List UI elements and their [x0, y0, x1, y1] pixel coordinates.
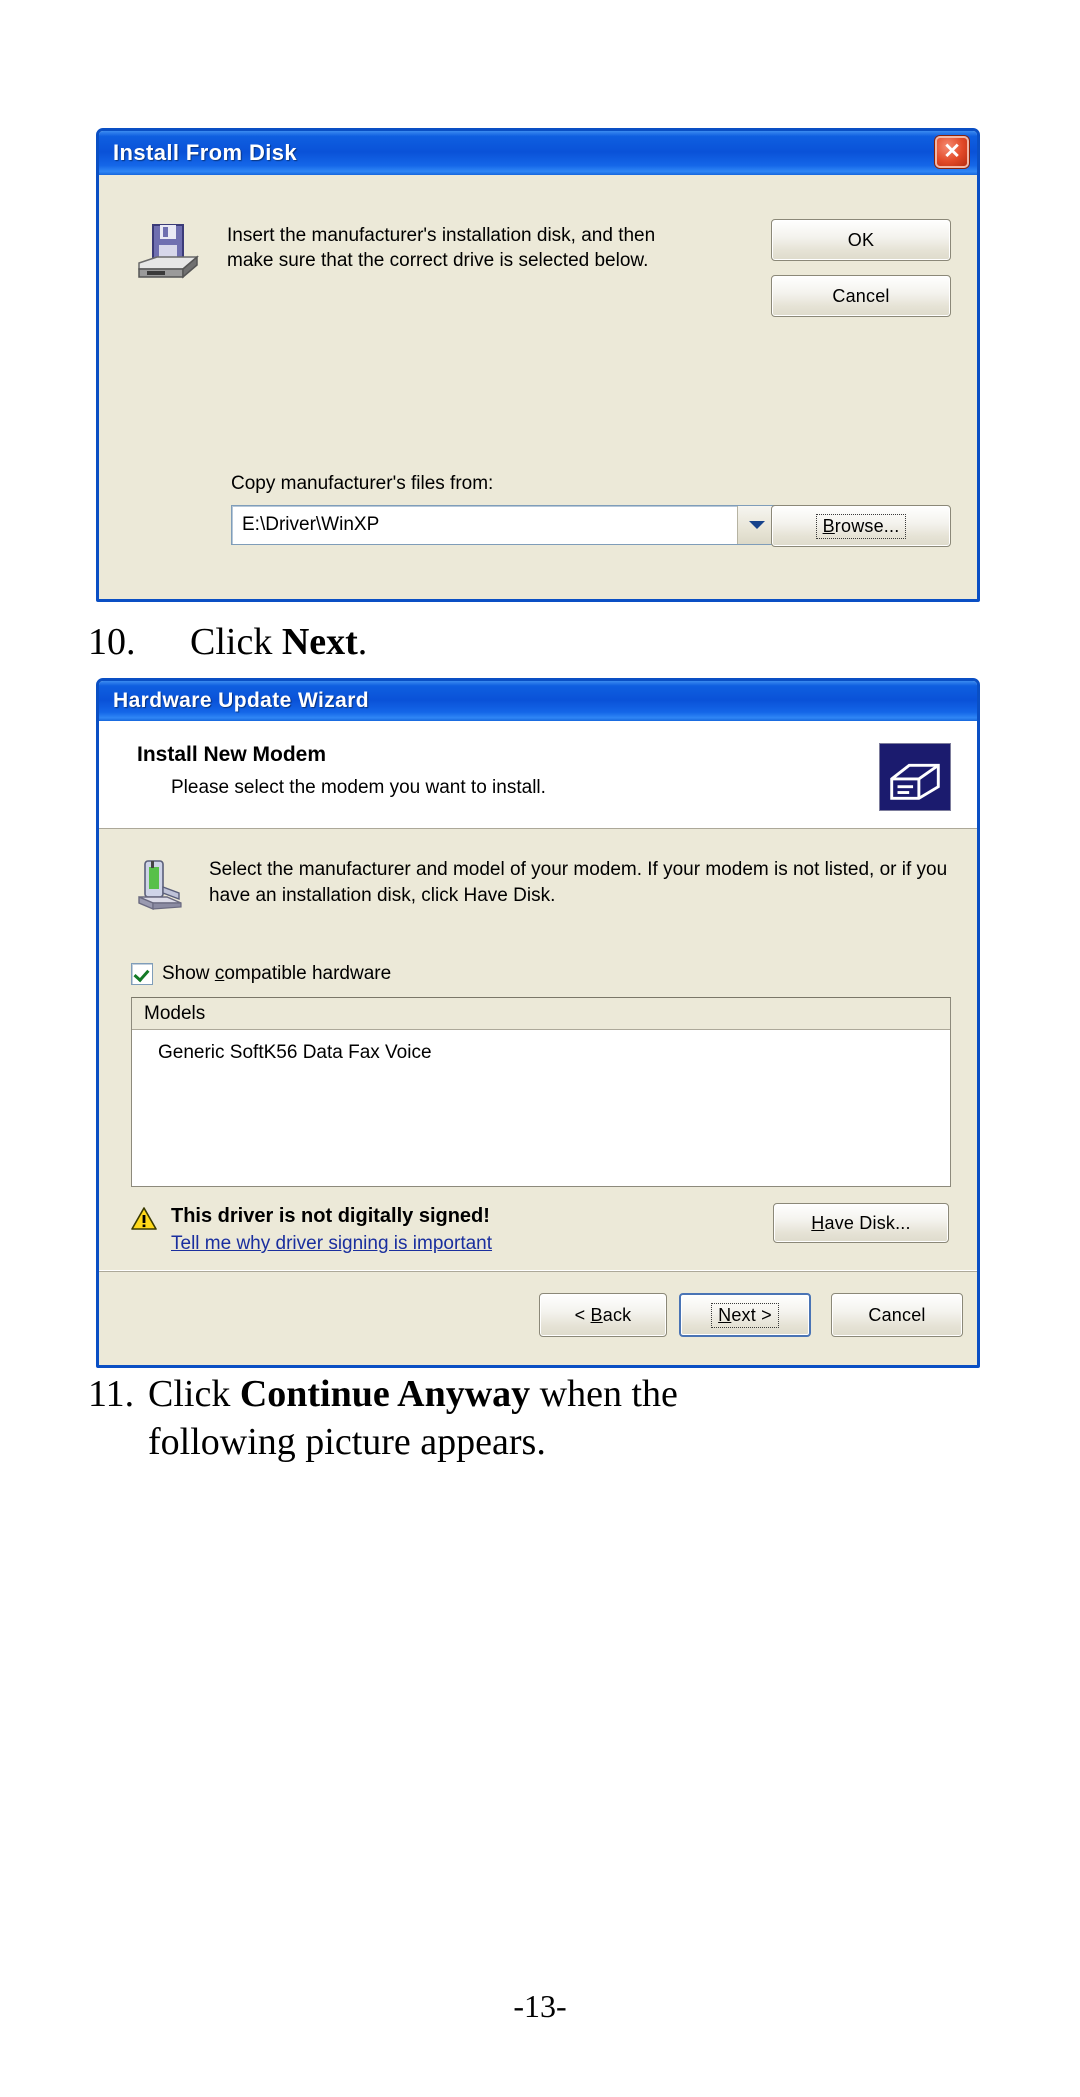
wizard-description-line-1: Select the manufacturer and model of you…: [209, 859, 948, 880]
hardware-box-icon: [879, 743, 951, 811]
floppy-disk-icon: [138, 224, 200, 279]
checkbox-checked-icon[interactable]: [131, 963, 153, 985]
install-from-disk-titlebar: Install From Disk ✕: [99, 131, 977, 175]
models-column-header: Models: [132, 998, 950, 1030]
modem-icon: [138, 860, 182, 911]
close-icon[interactable]: ✕: [935, 136, 969, 168]
cancel-button[interactable]: Cancel: [771, 275, 951, 317]
message-line-2: make sure that the correct drive is sele…: [227, 250, 649, 271]
wizard-cancel-button-label: Cancel: [868, 1304, 926, 1325]
copy-files-from-combobox[interactable]: E:\Driver\WinXP: [231, 505, 776, 545]
have-disk-button[interactable]: Have Disk...: [773, 1203, 949, 1243]
wizard-header: Install New Modem Please select the mode…: [99, 721, 977, 829]
cancel-button-label: Cancel: [832, 285, 890, 306]
install-from-disk-title: Install From Disk: [113, 140, 298, 165]
step-10-text-after: .: [357, 621, 368, 663]
page-number: -13-: [513, 1988, 567, 2024]
ok-button[interactable]: OK: [771, 219, 951, 261]
install-from-disk-message: Insert the manufacturer's installation d…: [227, 223, 787, 273]
step-11-line-2: following picture appears.: [148, 1421, 546, 1463]
install-from-disk-dialog: Install From Disk ✕ Insert the manufactu…: [96, 128, 980, 602]
models-list-panel[interactable]: Models Generic SoftK56 Data Fax Voice: [131, 997, 951, 1187]
list-item[interactable]: Generic SoftK56 Data Fax Voice: [158, 1040, 950, 1066]
driver-signing-link[interactable]: Tell me why driver signing is important: [171, 1233, 492, 1255]
step-11-bold: Continue Anyway: [239, 1373, 531, 1415]
wizard-description-line-2: have an installation disk, click Have Di…: [209, 885, 556, 906]
next-button[interactable]: Next >: [679, 1293, 811, 1337]
have-disk-button-label: Have Disk...: [811, 1212, 911, 1233]
close-icon-glyph: ✕: [943, 139, 961, 163]
next-button-label: Next >: [711, 1302, 779, 1328]
step-10-number: 10.: [88, 621, 136, 663]
browse-button-label: Browse...: [815, 513, 907, 539]
wizard-body: Install New Modem Please select the mode…: [99, 721, 977, 1365]
models-list[interactable]: Generic SoftK56 Data Fax Voice: [132, 1030, 950, 1066]
ok-button-label: OK: [847, 229, 875, 250]
message-line-1: Insert the manufacturer's installation d…: [227, 225, 656, 246]
step-11-caption: 11. Click Continue Anyway when the follow…: [88, 1370, 978, 1466]
step-10-text-before: Click: [190, 621, 282, 663]
wizard-title: Hardware Update Wizard: [113, 689, 370, 712]
wizard-heading: Install New Modem: [137, 743, 327, 766]
back-button-label: < Back: [574, 1304, 632, 1325]
step-10-bold: Next: [281, 621, 358, 663]
copy-files-from-label: Copy manufacturer's files from:: [231, 473, 494, 494]
wizard-description: Select the manufacturer and model of you…: [209, 857, 977, 909]
step-11-text-before: Click: [148, 1373, 240, 1415]
warning-icon: [131, 1207, 157, 1230]
show-compatible-hardware-checkbox[interactable]: Show compatible hardware: [131, 963, 391, 985]
install-from-disk-body: Insert the manufacturer's installation d…: [99, 175, 977, 599]
warning-title: This driver is not digitally signed!: [171, 1205, 490, 1227]
show-compatible-hardware-label: Show compatible hardware: [162, 963, 392, 984]
wizard-subheading: Please select the modem you want to inst…: [171, 777, 546, 798]
back-button[interactable]: < Back: [539, 1293, 667, 1337]
copy-files-from-value: E:\Driver\WinXP: [242, 514, 380, 535]
step-10-caption: 10. Click Next.: [88, 618, 367, 666]
chevron-down-icon[interactable]: [737, 506, 775, 544]
wizard-footer: < Back Next > Cancel: [99, 1270, 977, 1365]
wizard-titlebar: Hardware Update Wizard: [99, 681, 977, 721]
step-11-number: 11.: [88, 1373, 135, 1415]
footer-divider: [99, 1271, 977, 1272]
wizard-cancel-button[interactable]: Cancel: [831, 1293, 963, 1337]
step-11-text-after: when the: [530, 1373, 678, 1415]
document-page: Install From Disk ✕ Insert the manufactu…: [0, 0, 1080, 2097]
browse-button[interactable]: Browse...: [771, 505, 951, 547]
hardware-update-wizard-dialog: Hardware Update Wizard Install New Modem…: [96, 678, 980, 1368]
